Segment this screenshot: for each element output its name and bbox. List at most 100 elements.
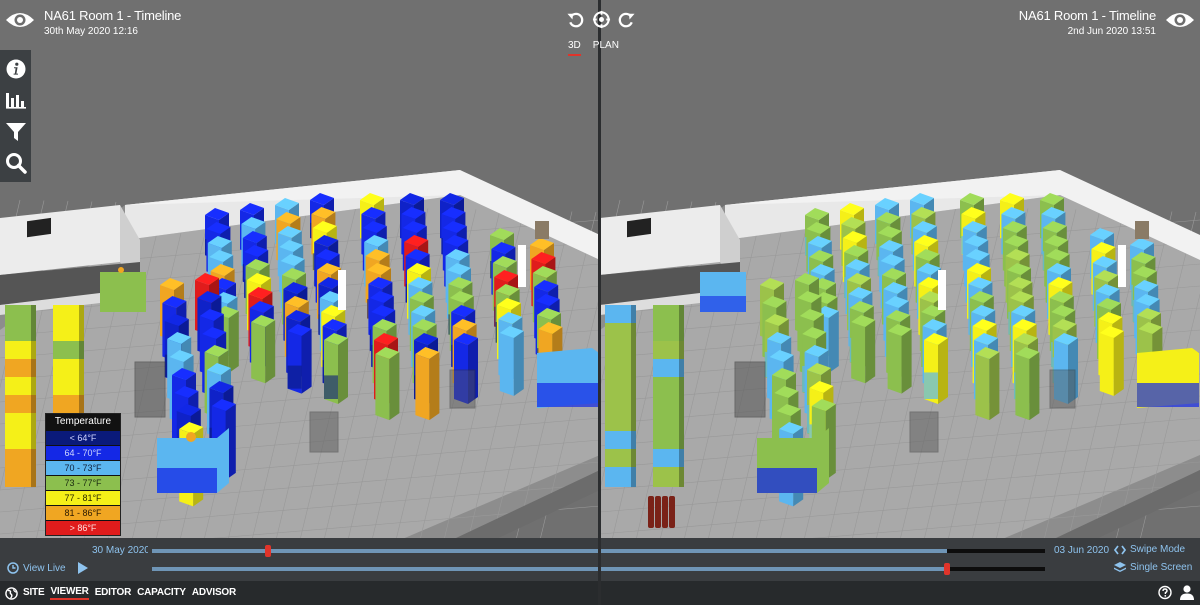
rack-gradient	[324, 375, 338, 399]
rack-side	[79, 395, 84, 415]
legend-row: < 64°F	[46, 430, 120, 445]
server-rack	[605, 305, 631, 325]
globe-icon[interactable]	[5, 586, 18, 600]
nav-viewer[interactable]: VIEWER	[50, 586, 89, 600]
single-screen-button[interactable]: Single Screen	[1114, 562, 1192, 573]
door	[535, 221, 549, 239]
rack-side	[679, 305, 684, 325]
recenter-icon[interactable]	[592, 10, 611, 29]
right-room-scene[interactable]	[600, 0, 1200, 538]
search-button[interactable]	[5, 152, 27, 174]
rack-side	[631, 395, 636, 415]
cooling-unit-gradient	[157, 468, 217, 493]
server-rack	[5, 323, 31, 343]
server-rack	[653, 359, 679, 379]
swipe-divider[interactable]	[598, 0, 601, 605]
rack-side	[679, 359, 684, 379]
timeline-end-date: 03 Jun 2020	[1054, 545, 1110, 556]
fire-extinguisher-cylinder	[662, 496, 668, 528]
cooling-unit-gradient	[1137, 383, 1199, 407]
chart-button[interactable]	[5, 89, 27, 111]
rack-front	[851, 322, 866, 384]
left-view-timestamp: 30th May 2020 12:16	[44, 26, 138, 37]
rack-side	[228, 311, 239, 373]
nav-capacity[interactable]: CAPACITY	[137, 587, 186, 599]
warning-icon	[118, 267, 124, 273]
server-rack	[5, 449, 31, 469]
server-rack	[5, 305, 31, 325]
rack-side	[631, 467, 636, 487]
server-rack	[653, 305, 679, 325]
right-view-title: NA61 Room 1 - Timeline	[1018, 8, 1156, 23]
server-rack	[53, 377, 79, 397]
play-icon[interactable]	[77, 562, 89, 574]
server-rack	[605, 395, 631, 415]
slider-thumb[interactable]	[265, 545, 272, 557]
eye-icon[interactable]	[1165, 10, 1195, 30]
filter-button[interactable]	[5, 121, 27, 143]
tab-3d[interactable]: 3D	[568, 40, 581, 56]
fire-extinguisher-cylinder	[648, 496, 654, 528]
nav-editor[interactable]: EDITOR	[95, 587, 132, 599]
rotate-right-icon[interactable]	[617, 10, 636, 29]
server-rack	[605, 323, 631, 343]
swipe-mode-button[interactable]: Swipe Mode	[1114, 544, 1185, 555]
legend-row: 73 - 77°F	[46, 475, 120, 490]
rotate-left-icon[interactable]	[566, 10, 585, 29]
slider-thumb[interactable]	[943, 563, 950, 575]
rack-side	[79, 359, 84, 379]
server-rack	[5, 377, 31, 397]
rack-front	[251, 322, 266, 384]
pillar	[338, 270, 346, 310]
server-rack	[375, 347, 400, 421]
clock-icon	[7, 562, 19, 574]
rack-side	[513, 331, 524, 396]
tab-plan[interactable]: PLAN	[593, 40, 619, 56]
server-rack	[5, 467, 31, 487]
cooling-unit-gradient	[700, 296, 746, 312]
rack-side	[679, 395, 684, 415]
rack-front	[415, 354, 430, 421]
rack-side	[901, 329, 912, 394]
glass-door	[309, 411, 339, 453]
temperature-legend: Temperature < 64°F 64 - 70°F 70 - 73°F 73 -…	[45, 413, 121, 536]
cooling-unit-gradient	[757, 468, 817, 493]
rack-side	[338, 338, 348, 404]
rack-side	[31, 359, 36, 379]
view-live-button[interactable]: View Live	[7, 562, 66, 574]
user-icon[interactable]	[1180, 585, 1194, 600]
eye-icon[interactable]	[5, 10, 35, 30]
legend-rows: < 64°F 64 - 70°F 70 - 73°F 73 - 77°F 77 - 81…	[46, 430, 120, 535]
server-rack	[887, 324, 912, 394]
help-icon[interactable]	[1158, 585, 1172, 600]
rack-side	[631, 323, 636, 343]
rack-side	[31, 431, 36, 451]
server-rack	[653, 323, 679, 343]
glass-door	[909, 411, 939, 453]
rack-side	[1029, 352, 1040, 421]
pillar	[518, 245, 526, 287]
rack-side	[31, 413, 36, 433]
rack-front	[1099, 333, 1114, 396]
navbar-right-icons	[1158, 585, 1194, 600]
server-rack	[53, 359, 79, 379]
rack-side	[31, 377, 36, 397]
wall-screen	[627, 217, 651, 238]
server-rack	[5, 413, 31, 433]
rack-side	[79, 341, 84, 361]
legend-row: > 86°F	[46, 520, 120, 535]
rack-side	[989, 352, 1000, 421]
glass-door	[134, 361, 166, 418]
info-button[interactable]	[5, 58, 27, 80]
nav-site[interactable]: SITE	[23, 587, 45, 599]
left-title-block: NA61 Room 1 - Timeline 30th May 2020 12:…	[44, 8, 181, 37]
nav-advisor[interactable]: ADVISOR	[192, 587, 236, 599]
layers-icon	[1114, 562, 1126, 572]
left-3d-viewport[interactable]: NA61 Room 1 - Timeline 30th May 2020 12:…	[0, 0, 600, 538]
warning-icon	[186, 432, 196, 442]
rack-side	[631, 359, 636, 379]
rack-side	[679, 377, 684, 397]
server-rack	[605, 341, 631, 361]
door	[1135, 221, 1149, 239]
right-3d-viewport[interactable]: NA61 Room 1 - Timeline 2nd Jun 2020 13:5…	[600, 0, 1200, 538]
